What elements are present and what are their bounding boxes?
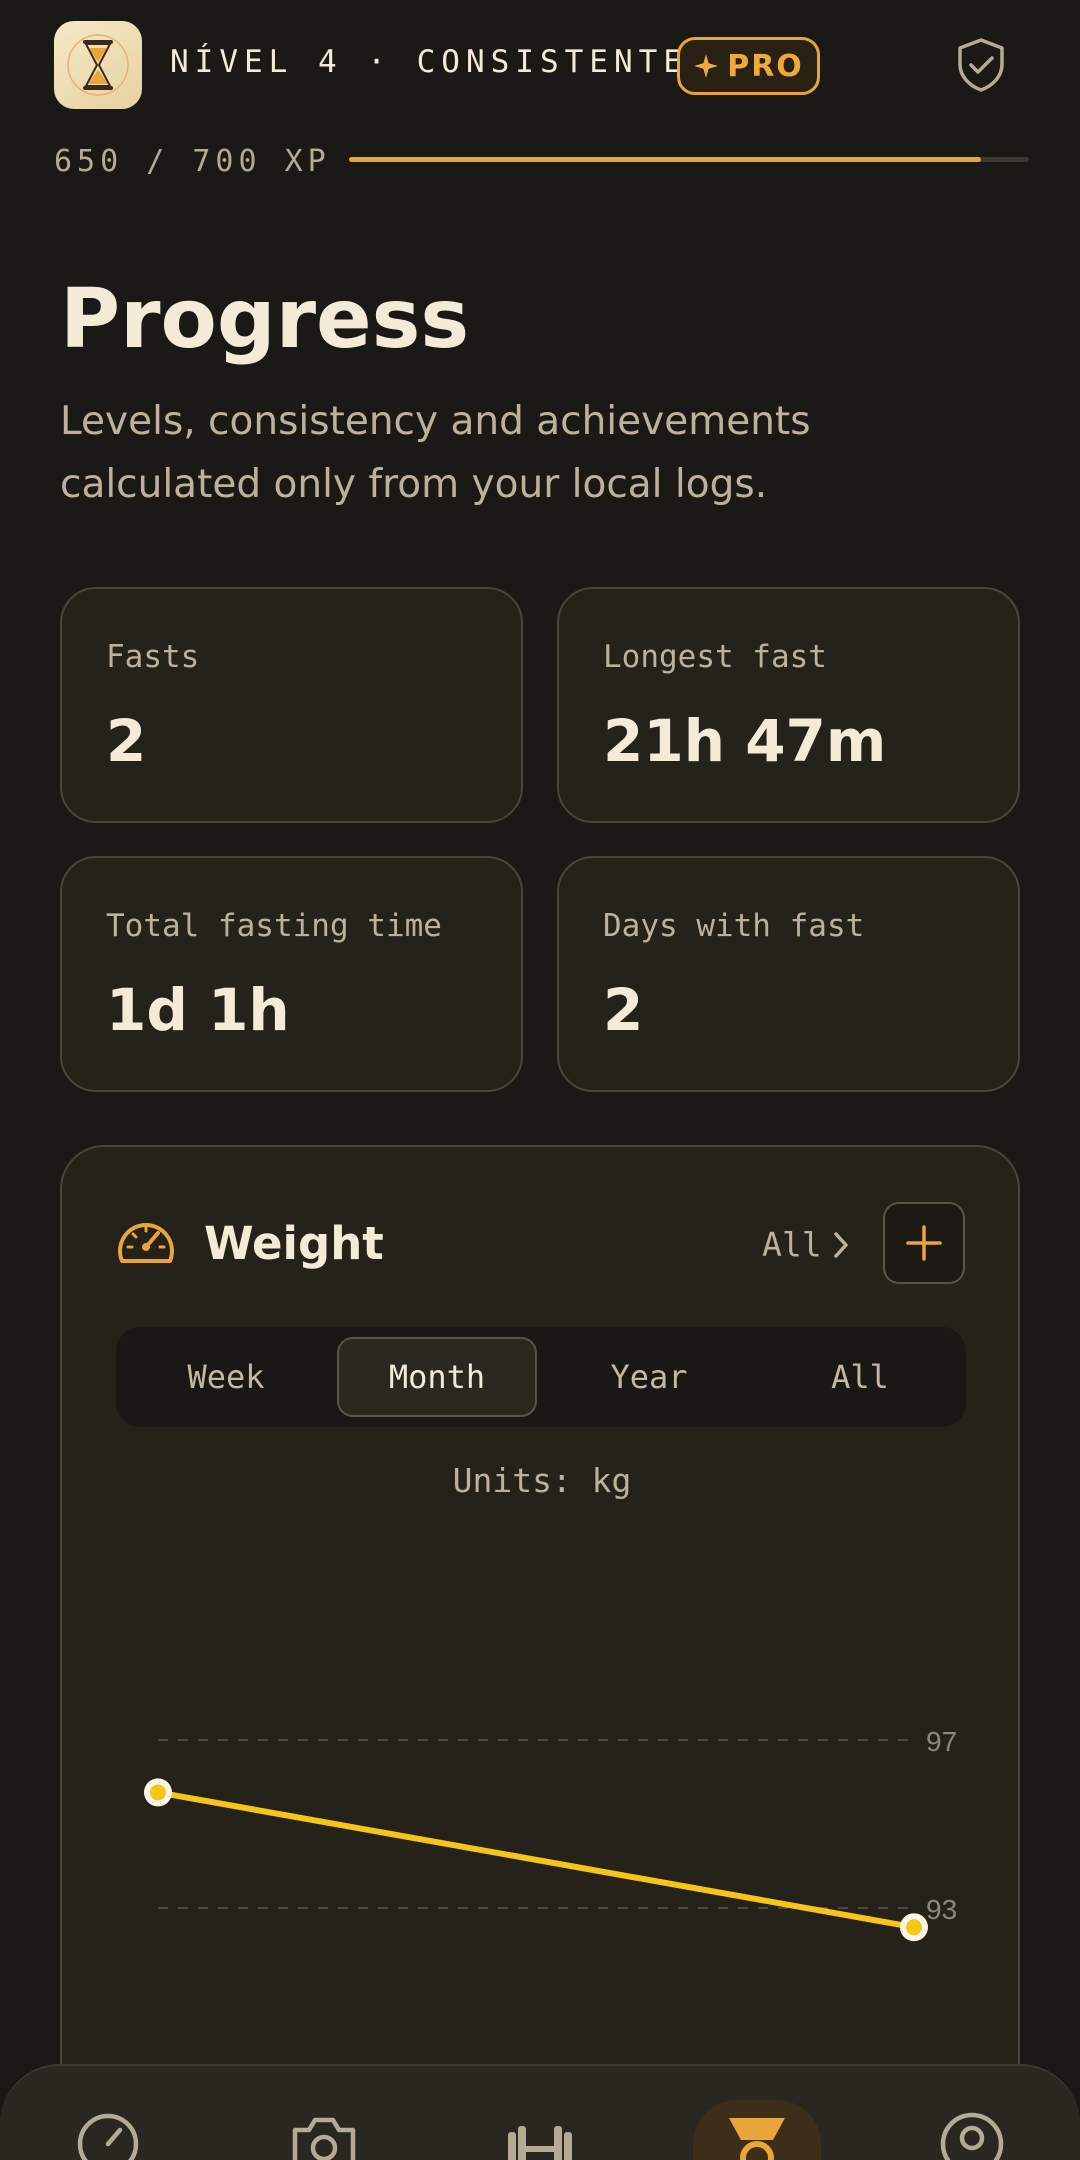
tab-month[interactable]: Month: [337, 1337, 537, 1417]
stat-card-total-time: Total fasting time 1d 1h: [60, 856, 523, 1092]
weight-all-label: All: [762, 1225, 822, 1264]
series-line-weight: [155, 1789, 917, 1931]
add-weight-button[interactable]: [883, 1202, 965, 1284]
page-subtitle: Levels, consistency and achievements cal…: [60, 399, 811, 507]
nav-profile-icon[interactable]: [932, 2106, 1012, 2160]
data-point: [906, 1919, 922, 1936]
units-label: Units: kg: [452, 1461, 632, 1500]
y-tick-label: 97: [926, 1726, 957, 1757]
tab-year[interactable]: Year: [549, 1337, 749, 1417]
nav-dumbbell-icon[interactable]: [500, 2106, 580, 2160]
y-tick-label: 93: [926, 1894, 957, 1925]
chevron-right-icon: [833, 1231, 848, 1258]
stat-label: Fasts: [106, 639, 200, 675]
nav-timer-icon[interactable]: [68, 2106, 148, 2160]
plus-icon: [906, 1225, 942, 1261]
data-point: [150, 1784, 166, 1801]
weight-title: Weight: [204, 1217, 384, 1270]
stat-card-longest-fast: Longest fast 21h 47m: [557, 587, 1020, 823]
nav-camera-icon[interactable]: [284, 2106, 364, 2160]
gauge-icon: [116, 1217, 176, 1271]
weight-line-chart: 97938825 Aug27 AugWeight: [116, 1726, 957, 2143]
stat-value: 2: [106, 707, 147, 775]
stat-value: 21h 47m: [603, 707, 887, 775]
page-title: Progress: [60, 272, 470, 367]
level-status: NÍVEL 4 · CONSISTENTE: [170, 44, 688, 80]
pro-label: PRO: [727, 48, 804, 84]
tab-week[interactable]: Week: [126, 1337, 326, 1417]
stat-value: 2: [603, 976, 644, 1044]
stat-label: Days with fast: [603, 908, 865, 944]
weight-card: Weight All Week Month Year All Units: kg…: [60, 1145, 1020, 2160]
weight-all-link[interactable]: All: [762, 1225, 850, 1264]
tab-all[interactable]: All: [760, 1337, 960, 1417]
stat-label: Total fasting time: [106, 908, 442, 944]
stat-card-fasts: Fasts 2: [60, 587, 523, 823]
xp-progress-bar: [349, 157, 1029, 162]
shield-check-icon[interactable]: [952, 36, 1010, 94]
hourglass-app-icon[interactable]: [54, 21, 142, 109]
nav-medal-icon[interactable]: [717, 2106, 797, 2160]
stat-value: 1d 1h: [106, 976, 290, 1044]
top-bar: NÍVEL 4 · CONSISTENTE PRO 650 / 700 XP: [0, 0, 1080, 200]
stat-card-days-with-fast: Days with fast 2: [557, 856, 1020, 1092]
range-segmented-control: Week Month Year All: [116, 1327, 966, 1427]
stat-label: Longest fast: [603, 639, 827, 675]
sparkle-icon: [694, 54, 719, 78]
xp-progress-fill: [349, 157, 982, 162]
xp-counter: 650 / 700 XP: [54, 144, 331, 179]
bottom-nav: [0, 2064, 1080, 2160]
pro-badge[interactable]: PRO: [677, 37, 820, 95]
